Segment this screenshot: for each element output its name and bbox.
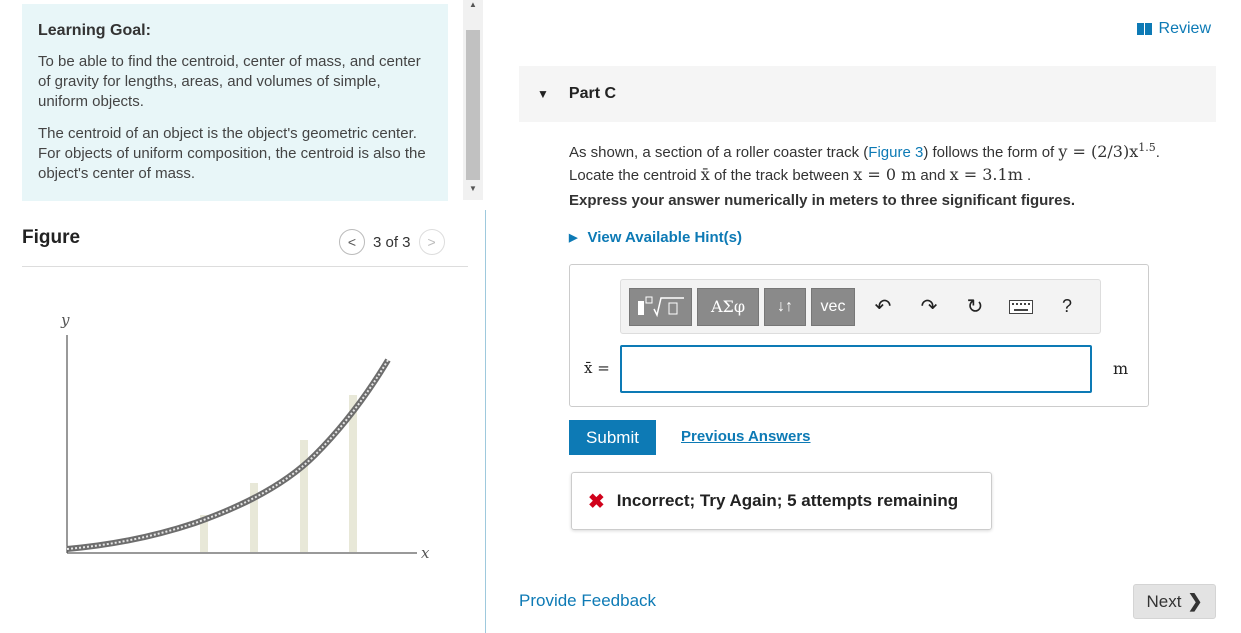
answer-unit: m	[1113, 359, 1129, 378]
question-line2-start: Locate the centroid	[569, 167, 701, 184]
figure-navigation: < 3 of 3 >	[339, 229, 445, 255]
answer-variable-label: x̄ =	[584, 359, 610, 377]
templates-icon	[637, 296, 684, 317]
previous-figure-button[interactable]: <	[339, 229, 365, 255]
answer-input[interactable]	[620, 345, 1092, 393]
lower-bound: x = 0 m	[853, 165, 917, 184]
learning-goal-panel: Learning Goal: To be able to find the ce…	[22, 4, 448, 201]
collapse-triangle-icon: ▼	[537, 87, 549, 101]
review-link[interactable]: Review	[1136, 20, 1211, 38]
equation: y = (2/3)x	[1058, 142, 1139, 161]
chevron-left-icon: <	[347, 234, 357, 250]
xbar-symbol: x̄	[700, 165, 710, 184]
feedback-text: Incorrect; Try Again; 5 attempts remaini…	[616, 491, 959, 510]
provide-feedback-link[interactable]: Provide Feedback	[519, 591, 656, 611]
next-figure-button[interactable]: >	[418, 229, 445, 255]
column-divider	[485, 210, 486, 633]
chevron-right-icon: ❯	[1187, 591, 1203, 611]
scroll-up-icon[interactable]: ▲	[469, 0, 477, 9]
question-text-mid: ) follows the form of	[923, 144, 1059, 161]
learning-goal-title: Learning Goal:	[38, 22, 151, 39]
part-c-header[interactable]: ▼ Part C	[519, 66, 1216, 122]
sub-superscript-button[interactable]: ↓↑	[764, 287, 806, 326]
vector-button[interactable]: vec	[811, 287, 855, 326]
next-label: Next	[1146, 591, 1182, 611]
scrollbar-thumb[interactable]	[466, 30, 480, 180]
chevron-right-icon: >	[427, 234, 436, 250]
question-period: .	[1022, 167, 1032, 184]
upper-bound: x = 3.1m	[949, 165, 1023, 184]
coaster-track-ties	[66, 359, 389, 550]
expand-triangle-icon: ▶	[569, 232, 578, 244]
track-support	[300, 440, 308, 552]
review-label: Review	[1158, 20, 1211, 37]
view-hints-link[interactable]: ▶ View Available Hint(s)	[569, 229, 742, 246]
previous-answers-link[interactable]: Previous Answers	[681, 428, 811, 445]
y-axis-label: y	[60, 311, 70, 329]
instruction-text: Express your answer numerically in meter…	[569, 192, 1076, 209]
submit-button[interactable]: Submit	[569, 420, 656, 455]
feedback-message: ✖ Incorrect; Try Again; 5 attempts remai…	[571, 472, 992, 530]
figure-counter: 3 of 3	[373, 233, 411, 251]
reset-icon[interactable]: ↻	[952, 288, 998, 326]
equation-exponent: 1.5	[1138, 141, 1156, 154]
part-title: Part C	[568, 85, 617, 102]
learning-goal-paragraph-2: The centroid of an object is the object'…	[38, 125, 426, 182]
templates-button[interactable]	[629, 287, 692, 326]
coaster-track	[66, 358, 391, 552]
roller-coaster-figure: y x	[60, 311, 430, 562]
question-line2-mid: of the track between	[709, 167, 854, 184]
and-word: and	[916, 167, 950, 184]
undo-icon[interactable]: ↶	[860, 288, 906, 326]
book-icon	[1136, 23, 1153, 35]
redo-icon[interactable]: ↷	[906, 288, 952, 326]
figure-title: Figure	[22, 227, 81, 248]
keyboard-icon[interactable]	[998, 288, 1044, 326]
greek-symbols-button[interactable]: ΑΣφ	[697, 287, 759, 326]
question-text: As shown, a section of a roller coaster …	[569, 141, 1160, 184]
error-x-icon: ✖	[588, 490, 605, 513]
question-text-start: As shown, a section of a roller coaster …	[569, 144, 869, 161]
hints-label: View Available Hint(s)	[587, 229, 742, 246]
next-button[interactable]: Next ❯	[1133, 584, 1216, 619]
math-toolbar: ΑΣφ ↓↑ vec ↶ ↷ ↻ ?	[620, 279, 1101, 334]
x-axis-label: x	[421, 544, 430, 562]
help-button[interactable]: ?	[1044, 288, 1090, 326]
learning-goal-paragraph-1: To be able to find the centroid, center …	[38, 53, 421, 110]
answer-area: ΑΣφ ↓↑ vec ↶ ↷ ↻ ? x̄ = m	[569, 264, 1149, 407]
figure-3-link[interactable]: Figure 3	[868, 144, 923, 161]
scroll-down-icon[interactable]: ▼	[469, 184, 477, 193]
figure-divider	[22, 266, 468, 267]
